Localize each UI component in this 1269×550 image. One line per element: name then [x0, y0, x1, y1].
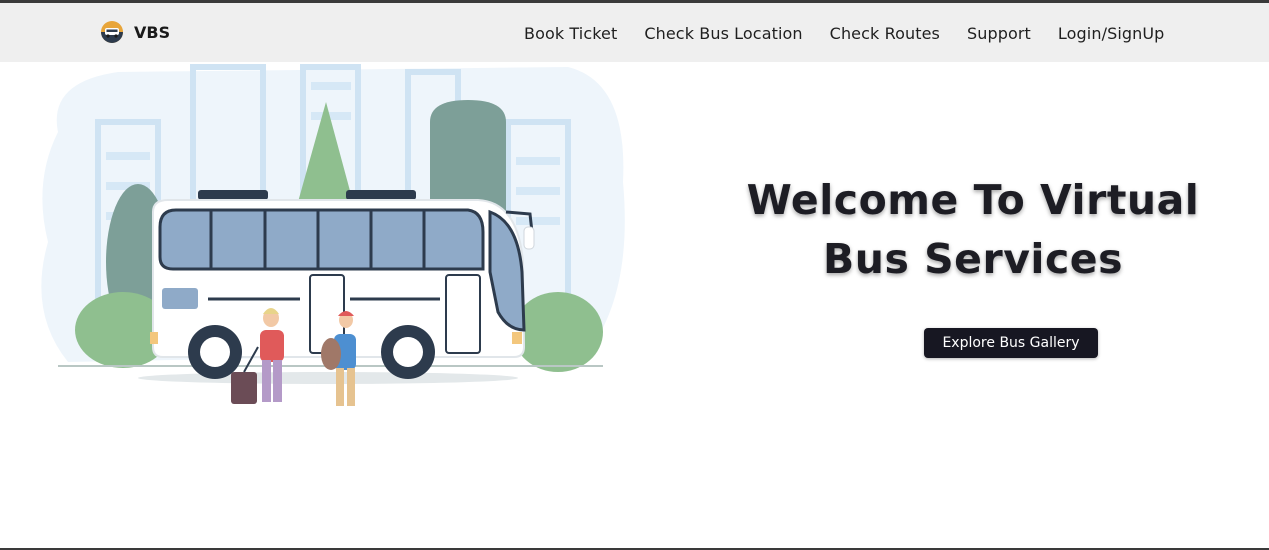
nav-check-routes[interactable]: Check Routes — [830, 24, 940, 43]
explore-bus-gallery-button[interactable]: Explore Bus Gallery — [924, 328, 1098, 358]
nav-book-ticket[interactable]: Book Ticket — [524, 24, 617, 43]
bus-travelers-illustration — [41, 64, 625, 406]
nav-check-bus-location[interactable]: Check Bus Location — [644, 24, 802, 43]
nav-login-signup[interactable]: Login/SignUp — [1058, 24, 1165, 43]
bus-logo-icon — [101, 21, 123, 43]
nav-menu: Book Ticket Check Bus Location Check Rou… — [524, 22, 1164, 44]
brand-link[interactable]: VBS — [100, 20, 170, 44]
page: VBS Book Ticket Check Bus Location Check… — [0, 0, 1269, 550]
hero-title: Welcome To Virtual Bus Services — [746, 176, 1200, 283]
navbar: VBS Book Ticket Check Bus Location Check… — [0, 3, 1269, 62]
nav-support[interactable]: Support — [967, 24, 1031, 43]
hero-text: Welcome To Virtual Bus Services — [700, 171, 1246, 289]
brand-name: VBS — [134, 22, 171, 42]
